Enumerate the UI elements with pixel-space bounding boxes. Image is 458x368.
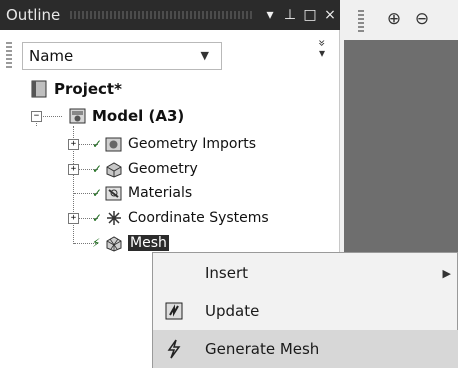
tree-node-coordinate-systems[interactable]: ✓ Coordinate Systems [92,209,269,227]
toolbar-grip[interactable] [358,8,364,32]
context-menu: Insert ▶ Update Generate Mesh [152,252,458,368]
tree-node-mesh[interactable]: ⚡ Mesh [92,234,169,252]
geometry-imports-icon [104,135,124,153]
tree-label: Coordinate Systems [128,210,269,226]
tree-node-model[interactable]: Model (A3) [68,107,184,125]
tree-node-geometry-imports[interactable]: ✓ Geometry Imports [92,135,257,153]
mesh-icon [104,234,124,252]
menu-item-update[interactable]: Update [153,292,458,330]
check-icon: ✓ [92,137,103,151]
collapse-icon[interactable]: − [31,111,42,122]
check-icon: ✓ [92,162,103,176]
geometry-icon [104,160,124,178]
tree-label: Materials [128,185,193,201]
update-icon [163,300,185,322]
menu-label: Generate Mesh [205,340,320,358]
project-icon [30,80,50,98]
menu-label: Update [205,302,260,320]
materials-icon [104,184,124,202]
tree-label-model: Model (A3) [92,107,185,125]
tree-label: Geometry Imports [128,136,257,152]
zoom-out-icon[interactable]: ⊖ [412,8,432,30]
expand-icon[interactable]: + [68,139,79,150]
tree-node-materials[interactable]: ✓ Materials [92,184,193,202]
tree-node-project[interactable]: Project* [30,80,122,98]
tree-node-geometry[interactable]: ✓ Geometry [92,160,198,178]
expand-icon[interactable]: + [68,164,79,175]
tree-label-project: Project* [54,80,122,98]
tree-label-selected: Mesh [128,235,169,251]
lightning-icon [163,338,185,360]
lightning-check-icon: ⚡ [92,236,101,250]
expand-icon[interactable]: + [68,213,79,224]
check-icon: ✓ [92,211,103,225]
check-icon: ✓ [92,186,103,200]
menu-label: Insert [205,264,249,282]
model-icon [68,107,88,125]
menu-item-insert[interactable]: Insert ▶ [153,254,458,292]
tree-line [40,116,62,117]
submenu-arrow-icon: ▶ [442,266,451,280]
zoom-in-icon[interactable]: ⊕ [384,8,404,30]
tree-label: Geometry [128,161,198,177]
graphics-toolbar: ⊕ ⊖ [344,0,458,40]
coordinate-systems-icon [104,209,124,227]
menu-item-generate-mesh[interactable]: Generate Mesh [153,330,458,368]
